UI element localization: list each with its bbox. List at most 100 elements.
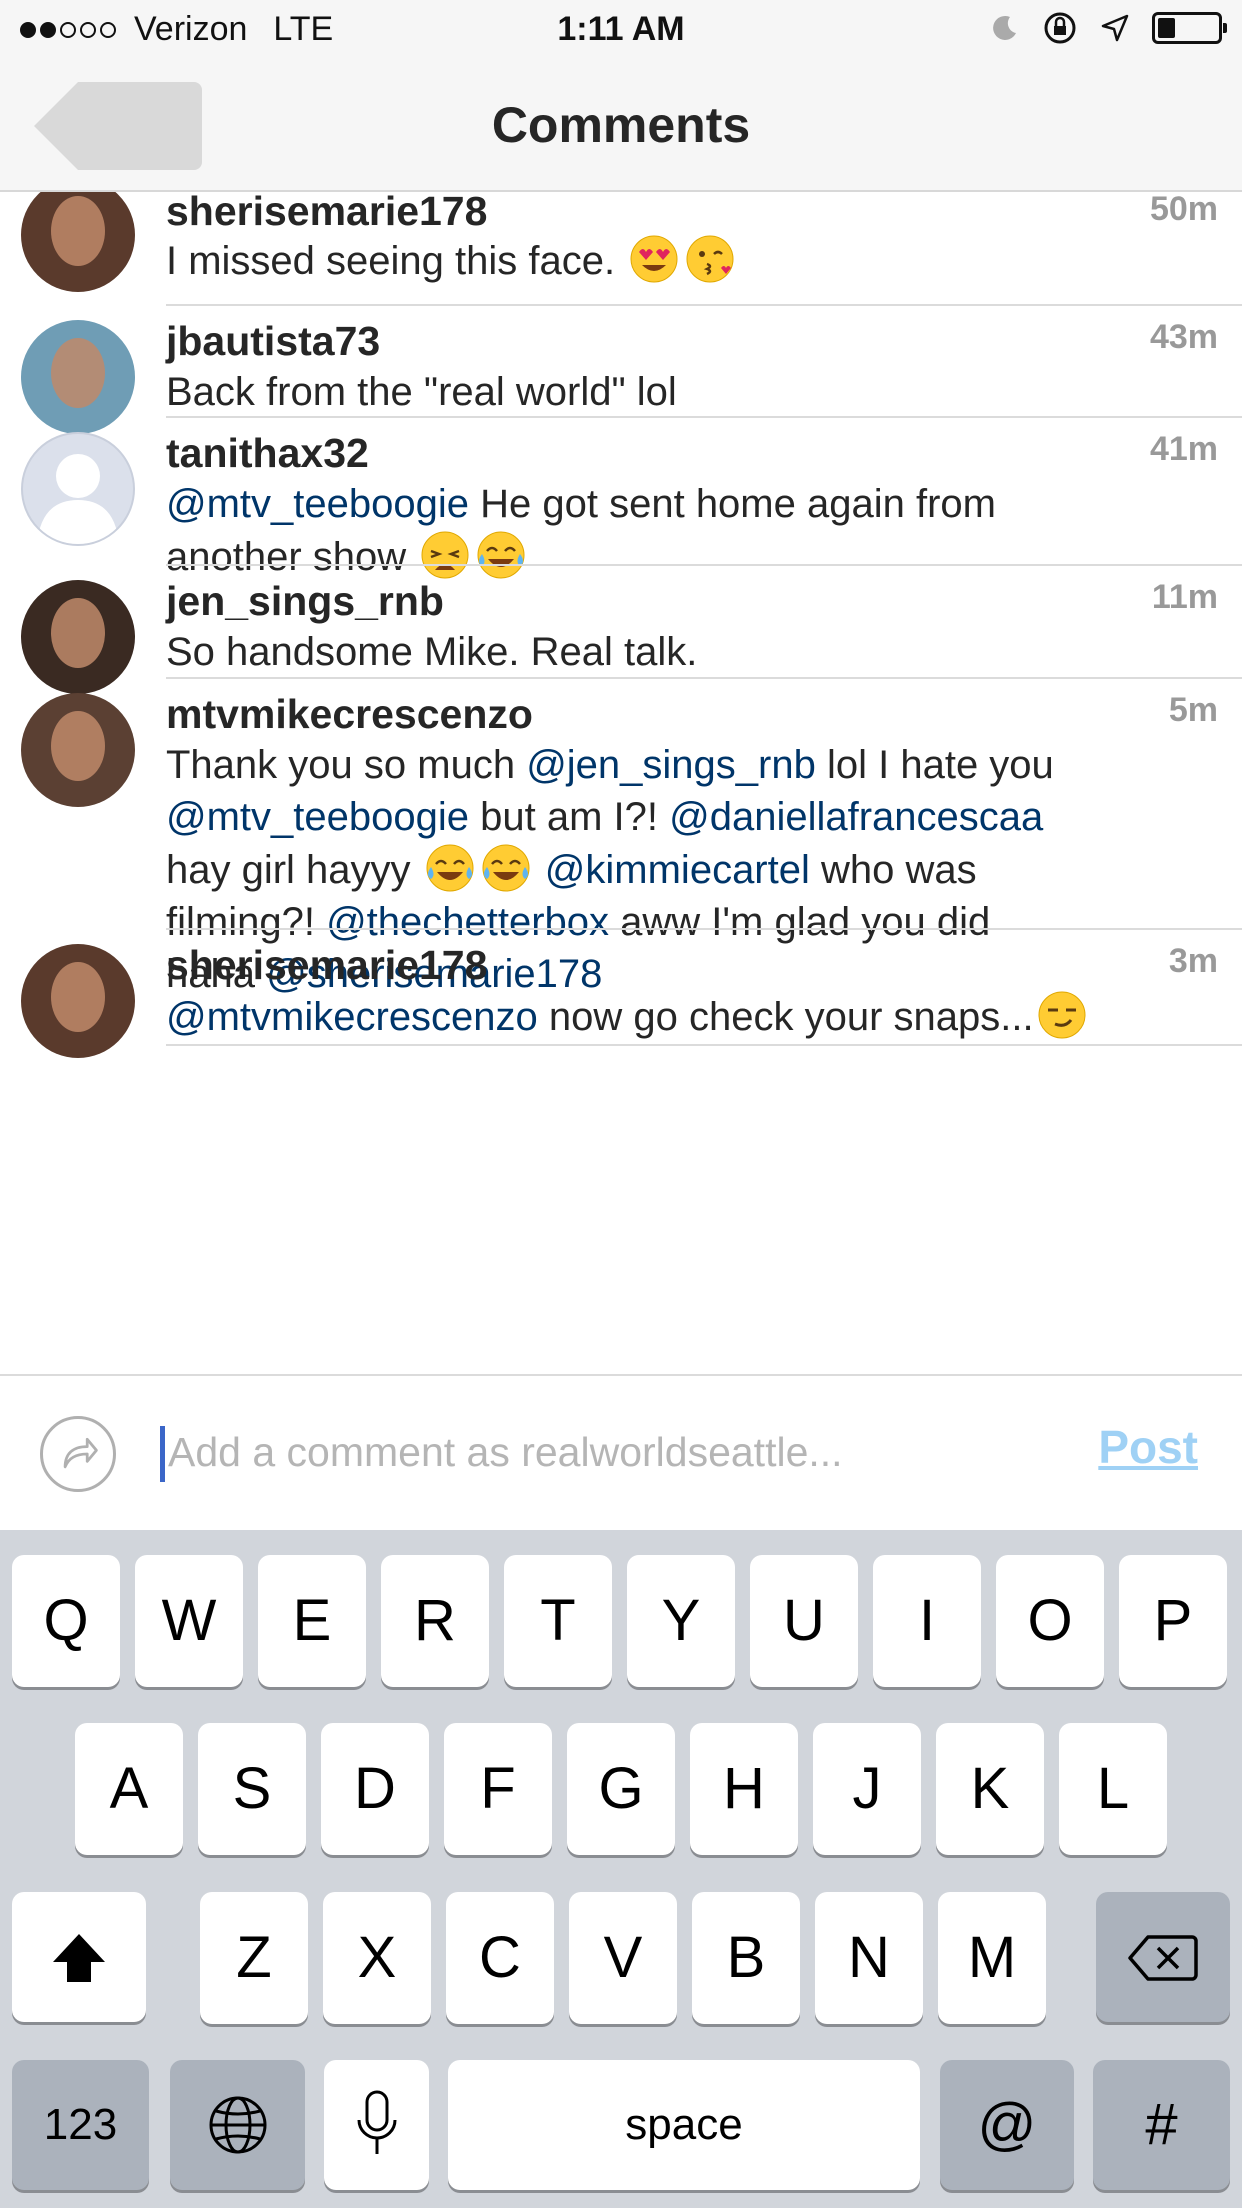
avatar[interactable]: [21, 580, 135, 694]
comment-text-segment: lol I hate you: [815, 743, 1054, 787]
key-label: B: [726, 1925, 766, 1990]
space-key[interactable]: space: [448, 2060, 920, 2190]
comment-time: 5m: [1168, 691, 1218, 729]
avatar[interactable]: [21, 320, 135, 434]
mention-link[interactable]: @daniellafrancescaa: [669, 795, 1043, 839]
comment-input[interactable]: [168, 1422, 1048, 1482]
default-avatar-icon: [37, 454, 119, 544]
key-x[interactable]: X: [323, 1892, 431, 2024]
comment-text-segment: Back from the "real world" lol: [166, 370, 677, 414]
key-t[interactable]: T: [504, 1555, 612, 1687]
key-label: J: [852, 1756, 882, 1821]
key-l[interactable]: L: [1059, 1723, 1167, 1855]
comment-text: @mtvmikecrescenzo now go check your snap…: [166, 990, 1206, 1043]
avatar[interactable]: [21, 192, 135, 292]
key-m[interactable]: M: [938, 1892, 1046, 2024]
comment-username[interactable]: jbautista73: [166, 318, 380, 365]
mention-link[interactable]: @kimmiecartel: [545, 848, 810, 892]
key-g[interactable]: G: [567, 1723, 675, 1855]
location-arrow-icon: [1101, 14, 1129, 42]
battery-icon: [1152, 12, 1227, 44]
key-s[interactable]: S: [198, 1723, 306, 1855]
key-u[interactable]: U: [750, 1555, 858, 1687]
post-button[interactable]: Post: [1098, 1420, 1198, 1474]
key-w[interactable]: W: [135, 1555, 243, 1687]
at-key[interactable]: @: [940, 2060, 1074, 2190]
avatar-photo: [51, 962, 105, 1032]
comment-text-line: Thank you so much @jen_sings_rnb lol I h…: [166, 739, 1206, 791]
key-label: M: [967, 1925, 1017, 1990]
comment-text-line: hay girl hayyy @kimmiecartel who was: [166, 843, 1206, 896]
key-f[interactable]: F: [444, 1723, 552, 1855]
key-z[interactable]: Z: [200, 1892, 308, 2024]
comment-username[interactable]: mtvmikecrescenzo: [166, 691, 533, 738]
key-label: U: [783, 1588, 825, 1653]
comment-text-segment: He got sent home again from: [469, 482, 996, 526]
globe-icon: [209, 2096, 266, 2154]
avatar[interactable]: [21, 693, 135, 807]
key-v[interactable]: V: [569, 1892, 677, 2024]
key-label: Z: [236, 1925, 272, 1990]
key-k[interactable]: K: [936, 1723, 1044, 1855]
moon-icon: [993, 15, 1016, 40]
key-label: Y: [661, 1588, 701, 1653]
key-h[interactable]: H: [690, 1723, 798, 1855]
globe-key[interactable]: [170, 2060, 305, 2190]
comment-username[interactable]: jen_sings_rnb: [166, 578, 444, 625]
share-arrow-icon[interactable]: [40, 1416, 116, 1492]
key-label: N: [848, 1925, 890, 1990]
shift-arrow-icon: [53, 1934, 105, 1982]
key-label: D: [354, 1756, 396, 1821]
comments-list[interactable]: sherisemarie178 50m I missed seeing this f…: [0, 192, 1242, 1372]
key-p[interactable]: P: [1119, 1555, 1227, 1687]
mention-link[interactable]: @mtvmikecrescenzo: [166, 995, 538, 1039]
rotation-lock-icon: [1044, 12, 1076, 44]
comment-username[interactable]: tanithax32: [166, 430, 369, 477]
mention-link[interactable]: @mtv_teeboogie: [166, 482, 469, 526]
navigation-bar: Comments: [0, 62, 1242, 192]
delete-key[interactable]: [1096, 1892, 1230, 2022]
key-label: C: [479, 1925, 521, 1990]
comment-row[interactable]: jen_sings_rnb 11m So handsome Mike. Real t…: [0, 566, 1242, 694]
comment-text-line: Back from the "real world" lol: [166, 366, 1206, 418]
avatar-photo: [51, 338, 105, 408]
key-n[interactable]: N: [815, 1892, 923, 2024]
kiss-emoji-icon: [686, 235, 734, 283]
shift-key[interactable]: [12, 1892, 146, 2022]
key-c[interactable]: C: [446, 1892, 554, 2024]
heart-eyes-emoji-icon: [630, 235, 678, 283]
comment-divider: [166, 1044, 1242, 1046]
key-r[interactable]: R: [381, 1555, 489, 1687]
key-label: F: [480, 1756, 516, 1821]
key-o[interactable]: O: [996, 1555, 1104, 1687]
comment-row[interactable]: sherisemarie178 50m I missed seeing this f…: [0, 192, 1242, 306]
key-b[interactable]: B: [692, 1892, 800, 2024]
tears-of-joy-emoji-icon: [482, 844, 530, 892]
key-y[interactable]: Y: [627, 1555, 735, 1687]
key-label: I: [918, 1588, 936, 1653]
numbers-key[interactable]: 123: [12, 2060, 149, 2190]
key-a[interactable]: A: [75, 1723, 183, 1855]
key-q[interactable]: Q: [12, 1555, 120, 1687]
key-i[interactable]: I: [873, 1555, 981, 1687]
comment-text-segment: who was: [809, 848, 977, 892]
comment-row[interactable]: tanithax32 41m @mtv_teeboogie He got sent …: [0, 418, 1242, 579]
smirk-emoji-icon: [1038, 991, 1086, 1039]
comment-text: Back from the "real world" lol: [166, 366, 1206, 418]
comment-row[interactable]: mtvmikecrescenzo 5m Thank you so much @jen…: [0, 679, 1242, 996]
mention-link[interactable]: @mtv_teeboogie: [166, 795, 469, 839]
key-label: O: [1027, 1588, 1073, 1653]
mention-link[interactable]: @jen_sings_rnb: [526, 743, 816, 787]
comment-row[interactable]: sherisemarie178 3m @mtvmikecrescenzo now g…: [0, 930, 1242, 1058]
key-e[interactable]: E: [258, 1555, 366, 1687]
comment-username[interactable]: sherisemarie178: [166, 942, 487, 989]
key-d[interactable]: D: [321, 1723, 429, 1855]
comment-username[interactable]: sherisemarie178: [166, 192, 487, 235]
comment-row[interactable]: jbautista73 43m Back from the "real world"…: [0, 306, 1242, 434]
key-j[interactable]: J: [813, 1723, 921, 1855]
dictation-key[interactable]: [324, 2060, 429, 2190]
avatar[interactable]: [21, 944, 135, 1058]
avatar[interactable]: [21, 432, 135, 546]
comment-composer: Post: [0, 1374, 1242, 1530]
hash-key[interactable]: #: [1093, 2060, 1230, 2190]
